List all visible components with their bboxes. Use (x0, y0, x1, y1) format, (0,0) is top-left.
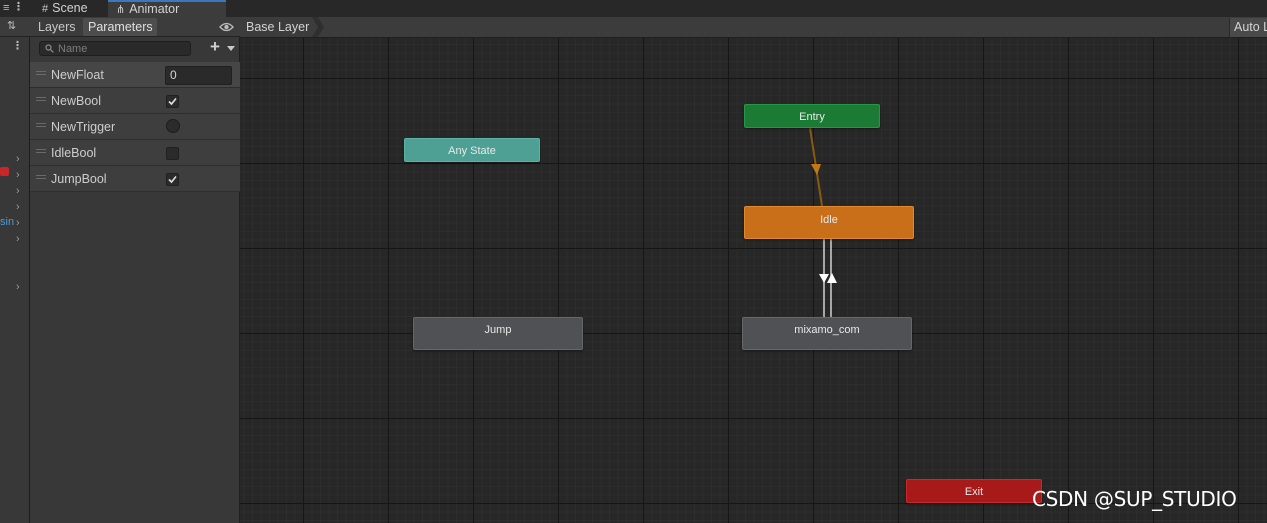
window-tab-bar: # Scene ⋔ Animator (30, 0, 1267, 17)
parameter-search-row: + (30, 37, 240, 59)
state-machine-graph[interactable]: Any State Entry Idle Jump mixamo_com Exi… (240, 38, 1267, 523)
graph-header: Base Layer Auto Live (240, 17, 1267, 38)
bool-checkbox[interactable] (166, 173, 179, 186)
state-node-exit[interactable]: Exit (906, 479, 1042, 503)
drag-handle-icon[interactable] (36, 123, 46, 127)
drag-handle-icon[interactable] (36, 97, 46, 101)
bool-checkbox[interactable] (166, 95, 179, 108)
tab-layers[interactable]: Layers (33, 18, 83, 36)
search-input[interactable] (58, 42, 186, 55)
drag-handle-icon[interactable] (36, 71, 46, 75)
dropdown-arrow-icon (227, 46, 235, 51)
hierarchy-strip-toolbar: ⇅ (0, 17, 30, 37)
search-icon (45, 44, 54, 53)
parameter-row-newfloat[interactable]: NewFloat 0 (30, 62, 240, 88)
hierarchy-item-fragment[interactable]: sin (0, 216, 14, 228)
parameter-row-newtrigger[interactable]: NewTrigger (30, 114, 240, 140)
bool-checkbox[interactable] (166, 147, 179, 160)
state-node-any-state[interactable]: Any State (404, 138, 540, 162)
chevron-right-icon[interactable]: › (16, 217, 26, 229)
hierarchy-strip-header: ≡ ⋮ (0, 0, 30, 17)
trigger-radio[interactable] (166, 119, 180, 133)
drag-handle-icon[interactable] (36, 175, 46, 179)
state-node-mixamo-com[interactable]: mixamo_com (742, 317, 912, 350)
eye-icon[interactable] (219, 21, 234, 33)
parameter-row-idlebool[interactable]: IdleBool (30, 140, 240, 166)
tab-scene-label: Scene (52, 1, 88, 15)
checkmark-icon (168, 175, 177, 184)
watermark-text: CSDN @SUP_STUDIO (1032, 487, 1237, 511)
sort-icon[interactable]: ⇅ (7, 21, 16, 32)
chevron-right-icon[interactable]: › (16, 153, 26, 165)
drag-handle-icon[interactable] (36, 149, 46, 153)
chevron-right-icon[interactable]: › (16, 281, 26, 293)
tab-scene[interactable]: # Scene (34, 0, 108, 17)
tool-icon[interactable]: ≡ (3, 3, 9, 14)
red-object-icon (0, 167, 9, 176)
grid-icon: # (42, 3, 49, 15)
hierarchy-strip: ≡ ⋮ ⇅ ⋮ › › › › sin › › › (0, 0, 30, 523)
state-node-entry[interactable]: Entry (744, 104, 880, 128)
parameter-name: JumpBool (51, 172, 107, 186)
state-node-idle[interactable]: Idle (744, 206, 914, 239)
chevron-right-icon[interactable]: › (16, 169, 26, 181)
parameter-name: IdleBool (51, 146, 97, 160)
parameter-name: NewBool (51, 94, 102, 108)
menu-dots-icon[interactable]: ⋮ (13, 2, 24, 13)
chevron-right-icon[interactable]: › (16, 233, 26, 245)
add-parameter-button[interactable]: + (209, 37, 237, 56)
parameter-name: NewTrigger (51, 120, 116, 134)
plus-icon: + (210, 37, 220, 56)
search-box[interactable] (39, 41, 191, 56)
menu-dots-icon[interactable]: ⋮ (12, 41, 23, 52)
chevron-right-icon[interactable]: › (16, 185, 26, 197)
breadcrumb-arrow-icon (312, 17, 324, 37)
panel-tab-bar: Layers Parameters (30, 17, 240, 37)
checkmark-icon (168, 97, 177, 106)
parameter-list: NewFloat 0 NewBool NewTrigger IdleBool J… (30, 62, 240, 192)
parameter-row-jumpbool[interactable]: JumpBool (30, 166, 240, 192)
parameter-row-newbool[interactable]: NewBool (30, 88, 240, 114)
float-value-field[interactable]: 0 (165, 66, 232, 85)
tab-parameters[interactable]: Parameters (83, 18, 157, 36)
state-node-jump[interactable]: Jump (413, 317, 583, 350)
chevron-right-icon[interactable]: › (16, 201, 26, 213)
animator-side-panel: Layers Parameters + NewFloat 0 (30, 17, 240, 523)
breadcrumb-base-layer[interactable]: Base Layer (240, 17, 324, 37)
tab-animator-label: Animator (129, 2, 180, 16)
animator-icon: ⋔ (116, 4, 126, 16)
parameter-name: NewFloat (51, 68, 104, 82)
tab-animator[interactable]: ⋔ Animator (108, 0, 226, 17)
transition-arrow-down-icon (819, 274, 829, 283)
auto-live-toggle[interactable]: Auto Live (1229, 18, 1267, 37)
